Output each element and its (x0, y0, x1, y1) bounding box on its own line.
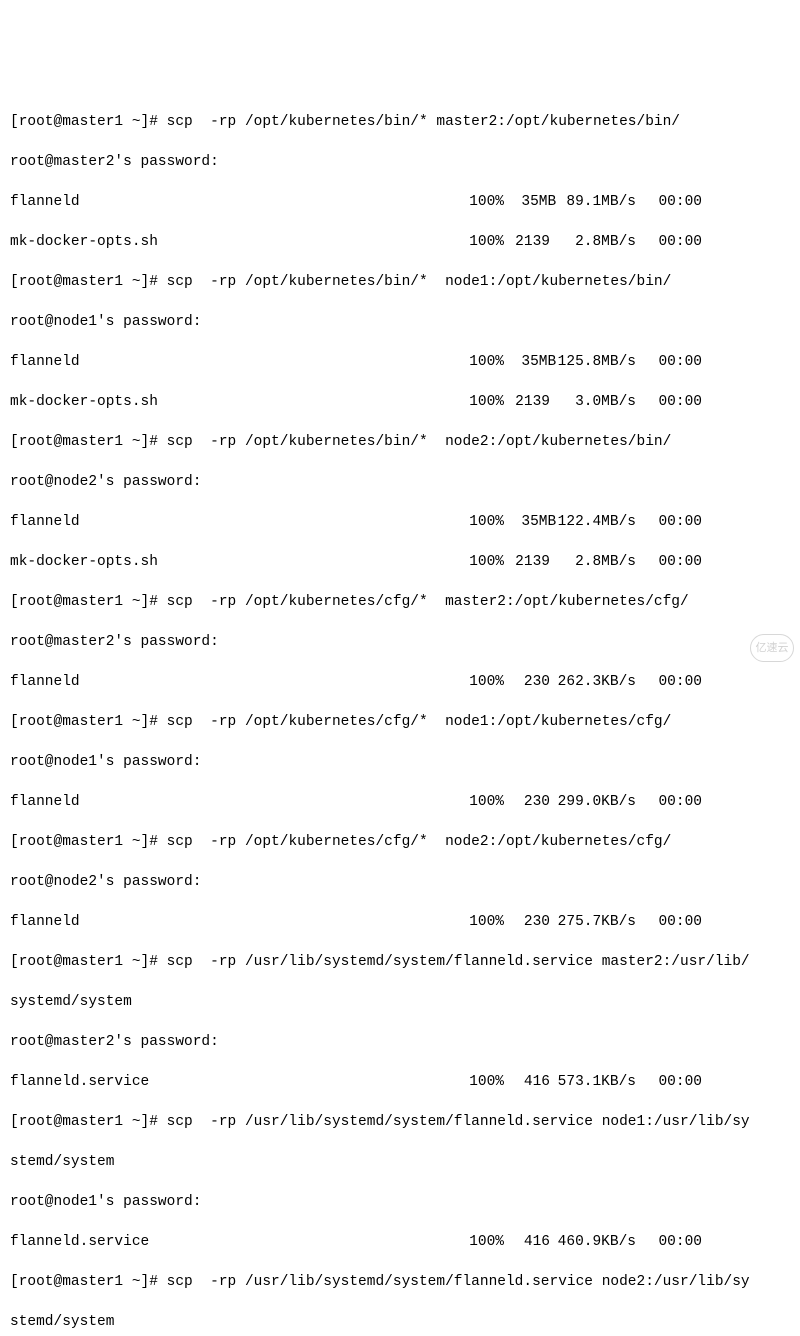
eta: 00:00 (636, 352, 702, 372)
password-prompt: root@node2's password: (10, 872, 790, 892)
percent: 100% (458, 392, 504, 412)
scp-progress-line: flanneld100% 230275.7KB/s00:00 (10, 912, 790, 932)
rate: 122.4MB/s (550, 512, 636, 532)
cmd-line: [root@master1 ~]# scp -rp /opt/kubernete… (10, 272, 790, 292)
eta: 00:00 (636, 552, 702, 572)
terminal-output: [root@master1 ~]# scp -rp /opt/kubernete… (10, 92, 790, 1336)
password-prompt: root@master2's password: (10, 152, 790, 172)
scp-progress-line: mk-docker-opts.sh100% 21392.8MB/s00:00 (10, 232, 790, 252)
size: 2139 (504, 232, 550, 252)
file-name: flanneld.service (10, 1232, 458, 1252)
cmd-line: [root@master1 ~]# scp -rp /opt/kubernete… (10, 832, 790, 852)
rate: 275.7KB/s (550, 912, 636, 932)
rate: 460.9KB/s (550, 1232, 636, 1252)
watermark: 亿速云 (742, 614, 794, 662)
percent: 100% (458, 192, 504, 212)
rate: 2.8MB/s (550, 552, 636, 572)
cmd-line: [root@master1 ~]# scp -rp /opt/kubernete… (10, 112, 790, 132)
percent: 100% (458, 352, 504, 372)
percent: 100% (458, 672, 504, 692)
size: 230 (504, 672, 550, 692)
cmd-line: [root@master1 ~]# scp -rp /opt/kubernete… (10, 592, 790, 612)
watermark-text: 亿速云 (750, 634, 794, 662)
cmd-line-wrap: stemd/system (10, 1152, 790, 1172)
scp-progress-line: flanneld100% 230262.3KB/s00:00 (10, 672, 790, 692)
eta: 00:00 (636, 792, 702, 812)
password-prompt: root@master2's password: (10, 1032, 790, 1052)
password-prompt: root@node2's password: (10, 472, 790, 492)
percent: 100% (458, 1232, 504, 1252)
scp-progress-line: flanneld.service100% 416460.9KB/s00:00 (10, 1232, 790, 1252)
percent: 100% (458, 512, 504, 532)
rate: 125.8MB/s (550, 352, 636, 372)
file-name: flanneld (10, 672, 458, 692)
file-name: flanneld (10, 352, 458, 372)
percent: 100% (458, 232, 504, 252)
percent: 100% (458, 792, 504, 812)
cmd-line: [root@master1 ~]# scp -rp /opt/kubernete… (10, 432, 790, 452)
size: 416 (504, 1232, 550, 1252)
eta: 00:00 (636, 512, 702, 532)
scp-progress-line: flanneld100% 35MB89.1MB/s00:00 (10, 192, 790, 212)
cmd-line: [root@master1 ~]# scp -rp /usr/lib/syste… (10, 952, 790, 972)
rate: 89.1MB/s (550, 192, 636, 212)
cmd-line: [root@master1 ~]# scp -rp /usr/lib/syste… (10, 1112, 790, 1132)
file-name: mk-docker-opts.sh (10, 392, 458, 412)
eta: 00:00 (636, 1072, 702, 1092)
size: 230 (504, 912, 550, 932)
cmd-line: [root@master1 ~]# scp -rp /usr/lib/syste… (10, 1272, 790, 1292)
size: 35MB (504, 512, 550, 532)
file-name: flanneld (10, 192, 458, 212)
rate: 262.3KB/s (550, 672, 636, 692)
file-name: mk-docker-opts.sh (10, 552, 458, 572)
eta: 00:00 (636, 1232, 702, 1252)
scp-progress-line: mk-docker-opts.sh100% 21393.0MB/s00:00 (10, 392, 790, 412)
size: 35MB (504, 192, 550, 212)
rate: 299.0KB/s (550, 792, 636, 812)
size: 230 (504, 792, 550, 812)
scp-progress-line: flanneld100% 230299.0KB/s00:00 (10, 792, 790, 812)
password-prompt: root@node1's password: (10, 1192, 790, 1212)
cmd-line-wrap: stemd/system (10, 1312, 790, 1332)
scp-progress-line: flanneld.service100% 416573.1KB/s00:00 (10, 1072, 790, 1092)
rate: 573.1KB/s (550, 1072, 636, 1092)
scp-progress-line: mk-docker-opts.sh100% 21392.8MB/s00:00 (10, 552, 790, 572)
eta: 00:00 (636, 192, 702, 212)
size: 2139 (504, 392, 550, 412)
cmd-line: [root@master1 ~]# scp -rp /opt/kubernete… (10, 712, 790, 732)
rate: 3.0MB/s (550, 392, 636, 412)
password-prompt: root@master2's password: (10, 632, 790, 652)
percent: 100% (458, 552, 504, 572)
eta: 00:00 (636, 392, 702, 412)
scp-progress-line: flanneld100% 35MB125.8MB/s00:00 (10, 352, 790, 372)
password-prompt: root@node1's password: (10, 752, 790, 772)
file-name: flanneld (10, 912, 458, 932)
size: 35MB (504, 352, 550, 372)
rate: 2.8MB/s (550, 232, 636, 252)
file-name: mk-docker-opts.sh (10, 232, 458, 252)
percent: 100% (458, 912, 504, 932)
file-name: flanneld (10, 792, 458, 812)
size: 416 (504, 1072, 550, 1092)
size: 2139 (504, 552, 550, 572)
scp-progress-line: flanneld100% 35MB122.4MB/s00:00 (10, 512, 790, 532)
eta: 00:00 (636, 672, 702, 692)
eta: 00:00 (636, 232, 702, 252)
eta: 00:00 (636, 912, 702, 932)
file-name: flanneld.service (10, 1072, 458, 1092)
percent: 100% (458, 1072, 504, 1092)
cmd-line-wrap: systemd/system (10, 992, 790, 1012)
file-name: flanneld (10, 512, 458, 532)
password-prompt: root@node1's password: (10, 312, 790, 332)
